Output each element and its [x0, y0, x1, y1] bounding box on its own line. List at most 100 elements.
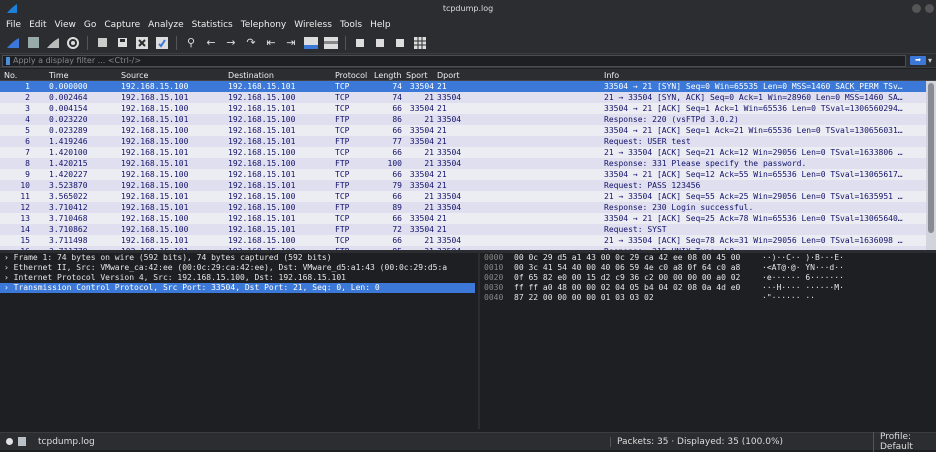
cell-dst: 192.168.15.100: [228, 236, 296, 245]
cell-time: 1.420215: [49, 159, 88, 168]
reload-file-icon[interactable]: [154, 35, 170, 51]
close-file-icon[interactable]: [134, 35, 150, 51]
table-row[interactable]: 8 1.420215 192.168.15.101 192.168.15.100 FTP…: [0, 158, 936, 169]
column-header-dport[interactable]: Dport: [437, 71, 460, 80]
column-header-info[interactable]: Info: [604, 71, 619, 80]
find-packet-icon[interactable]: ⚲: [183, 35, 199, 51]
open-file-icon[interactable]: [94, 35, 110, 51]
cell-proto: TCP: [335, 82, 350, 91]
last-packet-icon[interactable]: ⇥: [283, 35, 299, 51]
table-row[interactable]: 11 3.565022 192.168.15.101 192.168.15.100 TC…: [0, 191, 936, 202]
status-profile[interactable]: Profile: Default: [873, 431, 936, 452]
detail-tree-item[interactable]: › Ethernet II, Src: VMware_ca:42:ee (00:…: [0, 263, 478, 273]
menu-help[interactable]: Help: [370, 20, 391, 30]
cell-dst: 192.168.15.101: [228, 181, 296, 190]
filter-dropdown-icon[interactable]: ▾: [926, 56, 934, 65]
table-row[interactable]: 5 0.023289 192.168.15.100 192.168.15.101 TCP…: [0, 125, 936, 136]
menu-file[interactable]: File: [6, 20, 21, 30]
menu-analyze[interactable]: Analyze: [148, 20, 183, 30]
menu-wireless[interactable]: Wireless: [294, 20, 332, 30]
scrollbar-thumb[interactable]: [928, 83, 934, 233]
cell-info: 21 → 33504 [ACK] Seq=78 Ack=31 Win=29056…: [604, 236, 903, 245]
apply-filter-arrow-icon[interactable]: ➡: [910, 56, 926, 65]
detail-tree-item[interactable]: › Internet Protocol Version 4, Src: 192.…: [0, 273, 478, 283]
close-button[interactable]: [925, 4, 934, 13]
display-filter-input[interactable]: Apply a display filter ... <Ctrl-/>: [2, 54, 906, 67]
capture-comment-icon[interactable]: [18, 437, 26, 446]
start-capture-icon[interactable]: [5, 35, 21, 51]
column-header-time[interactable]: Time: [49, 71, 69, 80]
go-to-packet-icon[interactable]: ↷: [243, 35, 259, 51]
hex-row: 0000 00 0c 29 d5 a1 43 00 0c 29 ca 42 ee …: [480, 253, 936, 263]
autoscroll-icon[interactable]: [303, 35, 319, 51]
table-row[interactable]: 10 3.523870 192.168.15.100 192.168.15.101 FT…: [0, 180, 936, 191]
cell-proto: TCP: [335, 170, 350, 179]
table-row[interactable]: 7 1.420100 192.168.15.101 192.168.15.100 TCP…: [0, 147, 936, 158]
table-row[interactable]: 12 3.710412 192.168.15.101 192.168.15.100 FT…: [0, 202, 936, 213]
table-row[interactable]: 13 3.710468 192.168.15.100 192.168.15.101 TC…: [0, 213, 936, 224]
column-header-src[interactable]: Source: [121, 71, 148, 80]
table-row[interactable]: 9 1.420227 192.168.15.100 192.168.15.101 TCP…: [0, 169, 936, 180]
menu-telephony[interactable]: Telephony: [241, 20, 287, 30]
cell-src: 192.168.15.101: [121, 115, 189, 124]
table-row[interactable]: 6 1.419246 192.168.15.100 192.168.15.101 FTP…: [0, 136, 936, 147]
column-header-sport[interactable]: Sport: [406, 71, 427, 80]
packet-list: No. Time Source Destination Protocol Length Sp…: [0, 69, 936, 250]
detail-tree-item[interactable]: › Transmission Control Protocol, Src Por…: [0, 283, 475, 293]
menu-view[interactable]: View: [55, 20, 76, 30]
hex-offset: 0020: [484, 273, 504, 282]
zoom-in-icon[interactable]: [352, 35, 368, 51]
cell-dst: 192.168.15.100: [228, 93, 296, 102]
cell-proto: FTP: [335, 203, 350, 212]
packet-list-header: No. Time Source Destination Protocol Length Sp…: [0, 69, 936, 81]
go-forward-icon[interactable]: →: [223, 35, 239, 51]
menubar: File Edit View Go Capture Analyze Statistics Te…: [0, 17, 936, 32]
menu-capture[interactable]: Capture: [104, 20, 140, 30]
cell-sport: 21: [424, 159, 434, 168]
expert-info-icon[interactable]: [6, 438, 13, 445]
cell-len: 74: [392, 93, 402, 102]
cell-proto: TCP: [335, 126, 350, 135]
table-row[interactable]: 15 3.711498 192.168.15.101 192.168.15.100 TC…: [0, 235, 936, 246]
menu-edit[interactable]: Edit: [29, 20, 46, 30]
cell-sport: 33504: [409, 126, 434, 135]
menu-statistics[interactable]: Statistics: [192, 20, 233, 30]
packet-list-scrollbar[interactable]: [926, 81, 936, 250]
cell-dport: 33504: [437, 236, 462, 245]
column-header-no[interactable]: No.: [4, 71, 17, 80]
menu-tools[interactable]: Tools: [340, 20, 362, 30]
filter-placeholder: Apply a display filter ... <Ctrl-/>: [13, 56, 142, 65]
first-packet-icon[interactable]: ⇤: [263, 35, 279, 51]
cell-dport: 33504: [437, 93, 462, 102]
column-header-dst[interactable]: Destination: [228, 71, 274, 80]
packet-details: › Frame 1: 74 bytes on wire (592 bits), …: [0, 253, 478, 429]
restart-capture-icon[interactable]: [45, 35, 61, 51]
stop-capture-icon[interactable]: [25, 35, 41, 51]
statusbar: tcpdump.log Packets: 35 · Displayed: 35 …: [0, 431, 936, 452]
detail-tree-item[interactable]: › Frame 1: 74 bytes on wire (592 bits), …: [0, 253, 478, 263]
zoom-out-icon[interactable]: [372, 35, 388, 51]
cell-dst: 192.168.15.101: [228, 225, 296, 234]
normal-size-icon[interactable]: [392, 35, 408, 51]
colorize-icon[interactable]: [323, 35, 339, 51]
go-back-icon[interactable]: ←: [203, 35, 219, 51]
hex-ascii: ·<AT@·@· YN···d··: [762, 263, 844, 272]
menu-go[interactable]: Go: [84, 20, 96, 30]
cell-time: 0.004154: [49, 104, 88, 113]
table-row[interactable]: 1 0.000000 192.168.15.100 192.168.15.101 TCP…: [0, 81, 936, 92]
capture-options-icon[interactable]: [65, 35, 81, 51]
table-row[interactable]: 2 0.002464 192.168.15.101 192.168.15.100 TCP…: [0, 92, 936, 103]
cell-len: 66: [392, 170, 402, 179]
table-row[interactable]: 14 3.710862 192.168.15.100 192.168.15.101 FT…: [0, 224, 936, 235]
column-header-proto[interactable]: Protocol: [335, 71, 367, 80]
cell-dport: 21: [437, 225, 447, 234]
save-file-icon[interactable]: [114, 35, 130, 51]
minimize-button[interactable]: [912, 4, 921, 13]
cell-len: 72: [392, 225, 402, 234]
resize-columns-icon[interactable]: [412, 35, 428, 51]
column-header-len[interactable]: Length: [374, 71, 402, 80]
bookmark-icon[interactable]: [6, 56, 10, 65]
table-row[interactable]: 4 0.023220 192.168.15.101 192.168.15.100 FTP…: [0, 114, 936, 125]
table-row[interactable]: 3 0.004154 192.168.15.100 192.168.15.101 TCP…: [0, 103, 936, 114]
toolbar-separator: [176, 35, 177, 50]
